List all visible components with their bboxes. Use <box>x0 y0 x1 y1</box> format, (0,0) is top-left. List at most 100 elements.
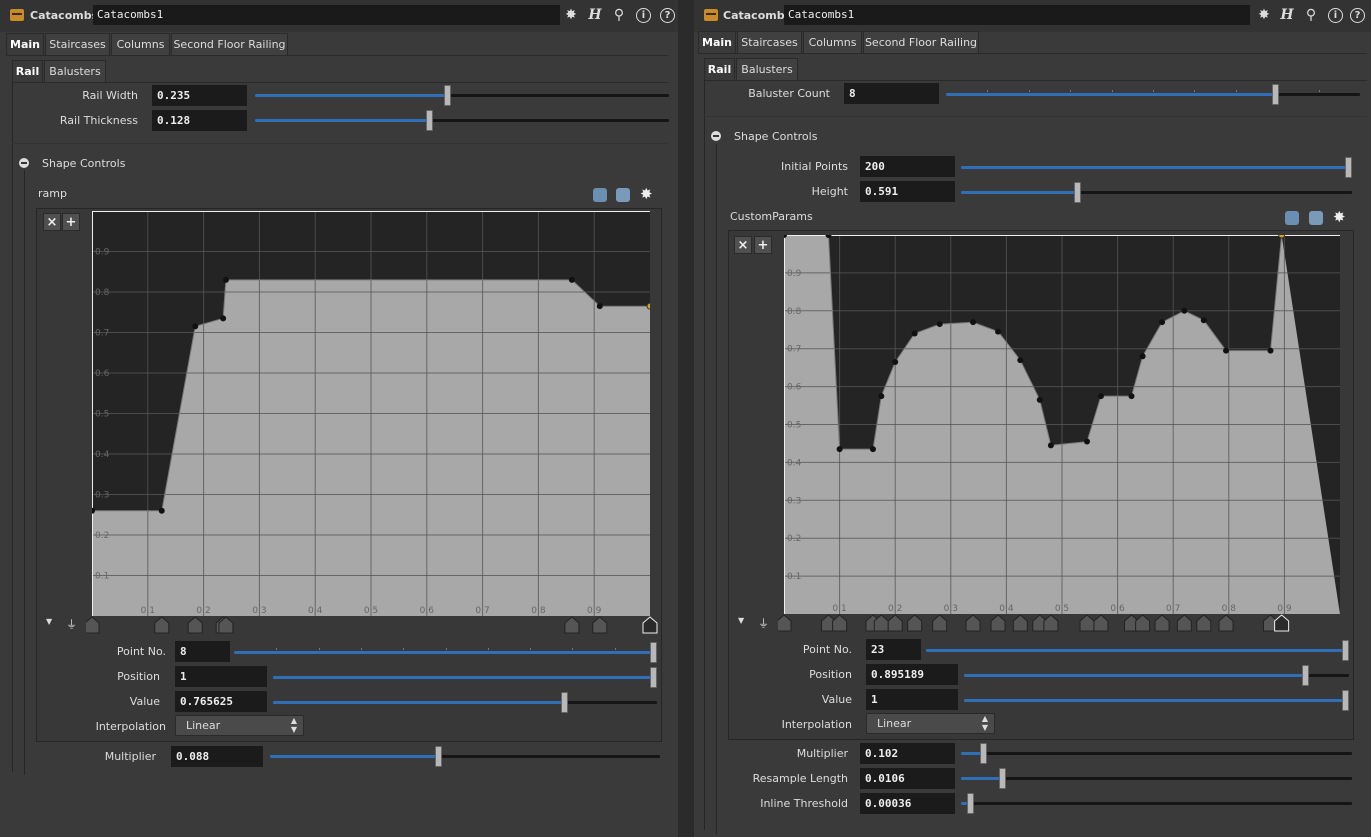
point-no-slider[interactable] <box>234 642 657 663</box>
position-slider[interactable] <box>964 665 1349 686</box>
height-field[interactable]: 0.591 <box>860 181 955 202</box>
multiplier-field[interactable]: 0.088 <box>171 746 263 767</box>
slider-handle[interactable] <box>1271 84 1279 105</box>
resample-length-field[interactable]: 0.0106 <box>860 768 955 789</box>
ramp-point[interactable] <box>836 446 843 453</box>
ramp-point[interactable] <box>1017 357 1024 364</box>
tab-columns[interactable]: Columns <box>111 33 170 55</box>
tab-second-floor-railing[interactable]: Second Floor Railing <box>863 31 979 53</box>
ramp-point[interactable] <box>1084 438 1091 445</box>
rail-thickness-slider[interactable] <box>255 110 669 131</box>
tab-second-floor-railing[interactable]: Second Floor Railing <box>171 33 288 55</box>
slider-handle[interactable] <box>434 746 442 767</box>
ramp-point[interactable] <box>1267 347 1274 354</box>
delete-point-button[interactable]: × <box>43 213 61 231</box>
slider-handle[interactable] <box>650 642 657 663</box>
multiplier-field[interactable]: 0.102 <box>860 743 955 764</box>
help-icon[interactable]: ? <box>660 8 675 23</box>
resample-length-slider[interactable] <box>961 768 1352 789</box>
add-point-button[interactable]: + <box>62 213 80 231</box>
slider-handle[interactable] <box>1345 157 1352 178</box>
slider-handle[interactable] <box>444 85 452 106</box>
position-field[interactable]: 0.895189 <box>866 664 958 685</box>
ramp-point[interactable] <box>222 276 229 283</box>
ramp-key-markers[interactable] <box>86 614 660 634</box>
subtab-rail[interactable]: Rail <box>704 58 735 80</box>
tab-columns[interactable]: Columns <box>803 31 862 53</box>
ramp-point-selected[interactable] <box>1278 235 1286 239</box>
slider-handle[interactable] <box>966 793 974 814</box>
slider-handle[interactable] <box>1074 182 1082 203</box>
tab-staircases[interactable]: Staircases <box>737 31 802 53</box>
slider-handle[interactable] <box>1342 640 1349 661</box>
ramp-point[interactable] <box>1200 317 1207 324</box>
value-slider[interactable] <box>964 690 1349 711</box>
tab-staircases[interactable]: Staircases <box>45 33 110 55</box>
subtab-balusters[interactable]: Balusters <box>44 60 106 82</box>
ramp-point[interactable] <box>1223 347 1230 354</box>
ramp-point[interactable] <box>1128 393 1135 400</box>
ramp-point-selected[interactable] <box>646 302 650 310</box>
slider-handle[interactable] <box>425 110 433 131</box>
ramp-point[interactable] <box>911 330 918 337</box>
position-field[interactable]: 1 <box>175 666 267 687</box>
slider-handle[interactable] <box>1342 690 1349 711</box>
ramp-preset-icon[interactable] <box>1285 211 1299 225</box>
ramp-point[interactable] <box>936 321 943 328</box>
value-field[interactable]: 1 <box>866 689 958 710</box>
tab-main[interactable]: Main <box>6 33 44 55</box>
baluster-count-slider[interactable] <box>946 84 1360 105</box>
multiplier-slider[interactable] <box>270 746 660 767</box>
help-h-icon[interactable]: H <box>1278 6 1296 24</box>
point-no-field[interactable]: 8 <box>175 641 230 662</box>
position-slider[interactable] <box>273 667 657 688</box>
ramp-mode-icon[interactable] <box>616 188 630 202</box>
pane-divider[interactable] <box>678 0 694 837</box>
filter-icon[interactable]: ⏚ <box>66 616 77 632</box>
baluster-count-field[interactable]: 8 <box>844 83 939 104</box>
slider-handle[interactable] <box>980 743 988 764</box>
collapse-icon[interactable] <box>711 131 721 141</box>
ramp-point[interactable] <box>1036 396 1043 403</box>
point-no-field[interactable]: 23 <box>866 639 921 660</box>
ramp-point[interactable] <box>892 358 899 365</box>
rail-thickness-field[interactable]: 0.128 <box>152 110 247 131</box>
help-icon[interactable]: ? <box>1350 8 1365 23</box>
slider-handle[interactable] <box>1302 665 1310 686</box>
slider-handle[interactable] <box>561 692 569 713</box>
collapse-icon[interactable] <box>19 158 29 168</box>
node-name-field[interactable]: Catacombs1 <box>93 5 560 25</box>
rail-width-slider[interactable] <box>255 85 669 106</box>
ramp-gear-icon[interactable]: ✸ <box>1333 210 1346 225</box>
rail-width-field[interactable]: 0.235 <box>152 85 247 106</box>
gear-icon[interactable]: ✸ <box>1255 6 1273 24</box>
expand-triangle-icon[interactable]: ▼ <box>46 617 52 626</box>
ramp-gear-icon[interactable]: ✸ <box>640 187 653 202</box>
ramp-point[interactable] <box>995 328 1002 335</box>
initial-points-slider[interactable] <box>961 157 1352 178</box>
ramp-point[interactable] <box>192 323 199 330</box>
info-icon[interactable]: i <box>636 8 651 23</box>
ramp-key-markers[interactable] <box>778 612 1352 632</box>
filter-icon[interactable]: ⏚ <box>758 615 769 631</box>
ramp-graph[interactable]: 0.1 0.2 0.3 0.4 0.5 0.6 0.7 0.8 0.90.10.20.30.40… <box>784 235 1340 614</box>
ramp-point[interactable] <box>970 319 977 326</box>
ramp-point[interactable] <box>220 315 227 322</box>
search-icon[interactable]: ⚲ <box>610 6 628 24</box>
tab-main[interactable]: Main <box>698 31 736 53</box>
expand-triangle-icon[interactable]: ▼ <box>738 616 744 625</box>
ramp-preset-icon[interactable] <box>593 188 607 202</box>
add-point-button[interactable]: + <box>754 236 772 254</box>
delete-point-button[interactable]: × <box>734 236 752 254</box>
value-field[interactable]: 0.765625 <box>175 691 267 712</box>
help-h-icon[interactable]: H <box>586 6 604 24</box>
ramp-point[interactable] <box>158 507 165 514</box>
ramp-point[interactable] <box>1097 393 1104 400</box>
node-name-field[interactable]: Catacombs1 <box>784 5 1250 25</box>
ramp-point[interactable] <box>878 393 885 400</box>
ramp-point[interactable] <box>596 303 603 310</box>
ramp-point[interactable] <box>1139 353 1146 360</box>
ramp-point[interactable] <box>1047 442 1054 449</box>
interpolation-dropdown[interactable]: Linear ▲ ▼ <box>175 715 304 736</box>
search-icon[interactable]: ⚲ <box>1302 6 1320 24</box>
